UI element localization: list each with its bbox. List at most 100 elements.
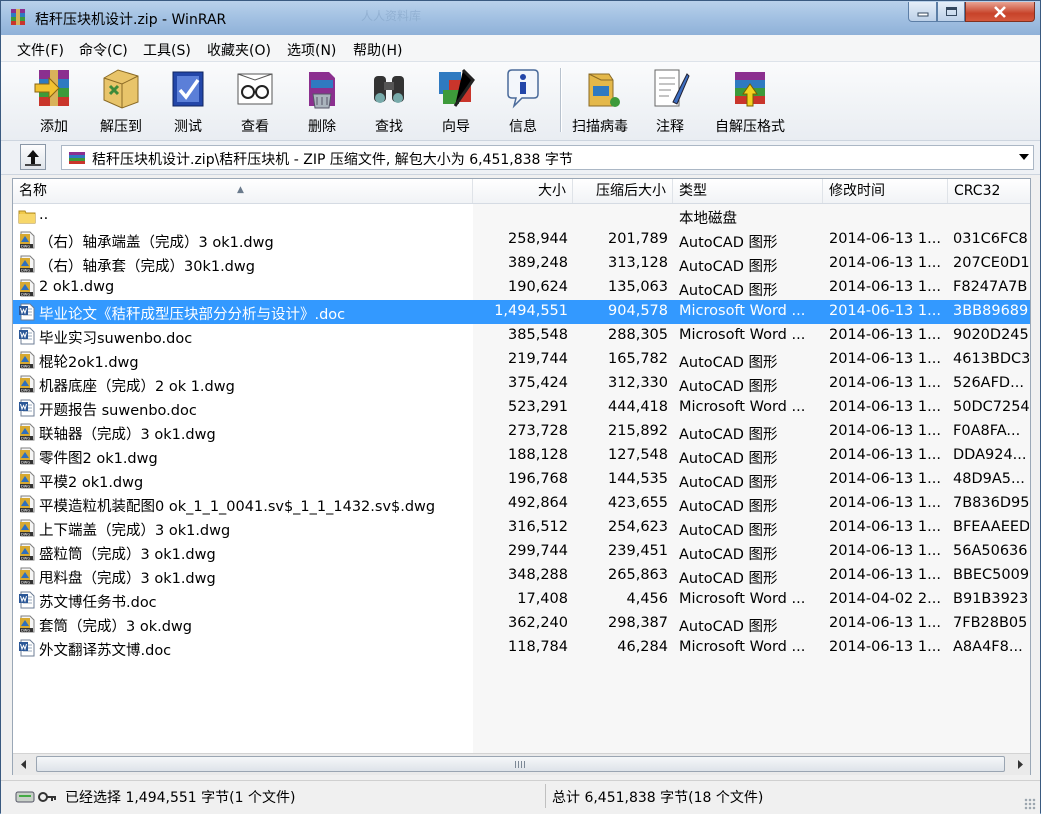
- file-row[interactable]: DWG 上下端盖（完成）3 ok1.dwg 316,512 254,623 AutoCA…: [13, 516, 1030, 540]
- file-type: AutoCAD 图形: [679, 283, 778, 299]
- file-packed-size: 165,782: [608, 351, 668, 367]
- svg-text:DWG: DWG: [21, 629, 30, 633]
- minimize-button[interactable]: [908, 2, 937, 22]
- file-row[interactable]: DWG 盛粒筒（完成）3 ok1.dwg 299,744 239,451 AutoCAD…: [13, 540, 1030, 564]
- tool-virus-scan-button[interactable]: 扫描病毒: [567, 64, 633, 136]
- file-row[interactable]: 开题报告 suwenbo.doc 523,291 444,418 Microsoft …: [13, 396, 1030, 420]
- horizontal-scrollbar[interactable]: [13, 753, 1030, 775]
- menu-file[interactable]: 文件(F): [17, 40, 64, 60]
- file-crc32: 207CE0D1: [953, 255, 1029, 271]
- svg-text:DWG: DWG: [21, 461, 30, 465]
- title-bar[interactable]: 秸秆压块机设计.zip - WinRAR 人人资料库: [1, 1, 1040, 35]
- file-type: Microsoft Word ...: [679, 303, 806, 319]
- svg-text:DWG: DWG: [21, 533, 30, 537]
- menu-commands[interactable]: 命令(C): [79, 40, 128, 60]
- file-name: 外文翻译苏文博.doc: [39, 643, 172, 659]
- scroll-right-icon: [1017, 760, 1023, 769]
- file-size: 385,548: [508, 327, 568, 343]
- file-size: 316,512: [508, 519, 568, 535]
- tool-info-label: 信息: [509, 119, 537, 135]
- archive-path-field[interactable]: 秸秆压块机设计.zip\秸秆压块机 - ZIP 压缩文件, 解包大小为 6,45…: [61, 145, 1034, 170]
- up-one-level-button[interactable]: [20, 144, 46, 170]
- file-type: AutoCAD 图形: [679, 499, 778, 515]
- menu-options[interactable]: 选项(N): [287, 40, 336, 60]
- doc-file-icon: [18, 639, 36, 657]
- dwg-file-icon: DWG: [18, 471, 36, 489]
- file-type: AutoCAD 图形: [679, 547, 778, 563]
- winrar-app-icon[interactable]: [9, 8, 27, 26]
- file-packed-size: 254,623: [608, 519, 668, 535]
- scroll-right-button[interactable]: [1009, 754, 1030, 775]
- file-row[interactable]: DWG （右）轴承套（完成）30k1.dwg 389,248 313,128 AutoC…: [13, 252, 1030, 276]
- file-modified: 2014-06-13 1...: [829, 351, 941, 367]
- file-packed-size: 313,128: [608, 255, 668, 271]
- drive-key-icon[interactable]: [15, 789, 57, 805]
- dwg-file-icon: DWG: [18, 279, 36, 297]
- file-name: 棍轮2ok1.dwg: [39, 355, 139, 371]
- file-size: 362,240: [508, 615, 568, 631]
- file-packed-size: 444,418: [608, 399, 668, 415]
- column-header-type[interactable]: 类型: [673, 179, 823, 203]
- file-row[interactable]: DWG 平模2 ok1.dwg 196,768 144,535 AutoCAD 图形 20…: [13, 468, 1030, 492]
- maximize-button[interactable]: [937, 2, 965, 22]
- file-row[interactable]: DWG 零件图2 ok1.dwg 188,128 127,548 AutoCAD 图形 2…: [13, 444, 1030, 468]
- file-row[interactable]: DWG （右）轴承端盖（完成）3 ok1.dwg 258,944 201,789 Aut…: [13, 228, 1030, 252]
- file-name: 上下端盖（完成）3 ok1.dwg: [39, 523, 231, 539]
- file-row[interactable]: .. 本地磁盘: [13, 204, 1030, 228]
- file-size: 258,944: [508, 231, 568, 247]
- sort-ascending-icon: ▲: [237, 185, 244, 195]
- comment-icon: [654, 69, 690, 107]
- file-modified: 2014-06-13 1...: [829, 615, 941, 631]
- file-packed-size: 904,578: [608, 303, 668, 319]
- scroll-left-button[interactable]: [13, 754, 34, 775]
- menu-tools[interactable]: 工具(S): [143, 40, 191, 60]
- column-header-name-label: 名称: [19, 183, 47, 199]
- tool-comment-button[interactable]: 注释: [637, 64, 703, 136]
- file-crc32: DDA924...: [953, 447, 1027, 463]
- file-row[interactable]: DWG 平模造粒机装配图0 ok_1_1_0041.sv$_1_1_1432.sv…: [13, 492, 1030, 516]
- file-row[interactable]: DWG 套筒（完成）3 ok.dwg 362,240 298,387 AutoCAD 图…: [13, 612, 1030, 636]
- file-row[interactable]: DWG 棍轮2ok1.dwg 219,744 165,782 AutoCAD 图形 201…: [13, 348, 1030, 372]
- file-row[interactable]: 外文翻译苏文博.doc 118,784 46,284 Microsoft Word .…: [13, 636, 1030, 660]
- column-header-name[interactable]: 名称 ▲: [13, 179, 473, 203]
- svg-text:DWG: DWG: [21, 581, 30, 585]
- resize-grip-icon[interactable]: [1024, 798, 1036, 810]
- file-name: 开题报告 suwenbo.doc: [39, 403, 197, 419]
- file-name: 联轴器（完成）3 ok1.dwg: [39, 427, 216, 443]
- file-packed-size: 298,387: [608, 615, 668, 631]
- doc-file-icon: [18, 327, 36, 345]
- menu-bar: 文件(F) 命令(C) 工具(S) 收藏夹(O) 选项(N) 帮助(H): [1, 35, 1040, 62]
- file-row[interactable]: DWG 2 ok1.dwg 190,624 135,063 AutoCAD 图形 2014…: [13, 276, 1030, 300]
- close-button[interactable]: [965, 2, 1035, 22]
- file-packed-size: 127,548: [608, 447, 668, 463]
- column-header-packed[interactable]: 压缩后大小: [573, 179, 673, 203]
- file-row[interactable]: DWG 联轴器（完成）3 ok1.dwg 273,728 215,892 AutoCAD…: [13, 420, 1030, 444]
- chevron-down-icon[interactable]: [1019, 154, 1029, 160]
- menu-help[interactable]: 帮助(H): [353, 40, 402, 60]
- file-packed-size: 239,451: [608, 543, 668, 559]
- menu-favorites[interactable]: 收藏夹(O): [207, 40, 271, 60]
- file-row[interactable]: 毕业实习suwenbo.doc 385,548 288,305 Microsoft W…: [13, 324, 1030, 348]
- file-row[interactable]: 苏文博任务书.doc 17,408 4,456 Microsoft Word ... 2…: [13, 588, 1030, 612]
- file-row[interactable]: DWG 机器底座（完成）2 ok 1.dwg 375,424 312,330 AutoC…: [13, 372, 1030, 396]
- file-crc32: 526AFD...: [953, 375, 1024, 391]
- file-row[interactable]: DWG 甩料盘（完成）3 ok1.dwg 348,288 265,863 AutoCAD…: [13, 564, 1030, 588]
- tool-info-button[interactable]: 信息: [490, 64, 556, 136]
- file-crc32: F0A8FA...: [953, 423, 1021, 439]
- column-header-size[interactable]: 大小: [473, 179, 573, 203]
- file-size: 492,864: [508, 495, 568, 511]
- file-row[interactable]: 毕业论文《秸秆成型压块部分分析与设计》.doc 1,494,551 904,578 M…: [13, 300, 1030, 324]
- status-bar: 已经选择 1,494,551 字节(1 个文件) 总计 6,451,838 字节…: [1, 780, 1040, 814]
- column-header-crc[interactable]: CRC32: [948, 179, 1030, 203]
- file-modified: 2014-06-13 1...: [829, 495, 941, 511]
- file-size: 118,784: [508, 639, 568, 655]
- file-type: AutoCAD 图形: [679, 259, 778, 275]
- title-watermark: 人人资料库: [361, 9, 422, 23]
- scroll-thumb[interactable]: [36, 756, 1005, 772]
- file-packed-size: 215,892: [608, 423, 668, 439]
- doc-file-icon: [18, 303, 36, 321]
- file-crc32: 9020D245: [953, 327, 1029, 343]
- up-arrow-icon: [25, 150, 41, 166]
- tool-sfx-button[interactable]: 自解压格式: [715, 64, 785, 136]
- column-header-modified[interactable]: 修改时间: [823, 179, 948, 203]
